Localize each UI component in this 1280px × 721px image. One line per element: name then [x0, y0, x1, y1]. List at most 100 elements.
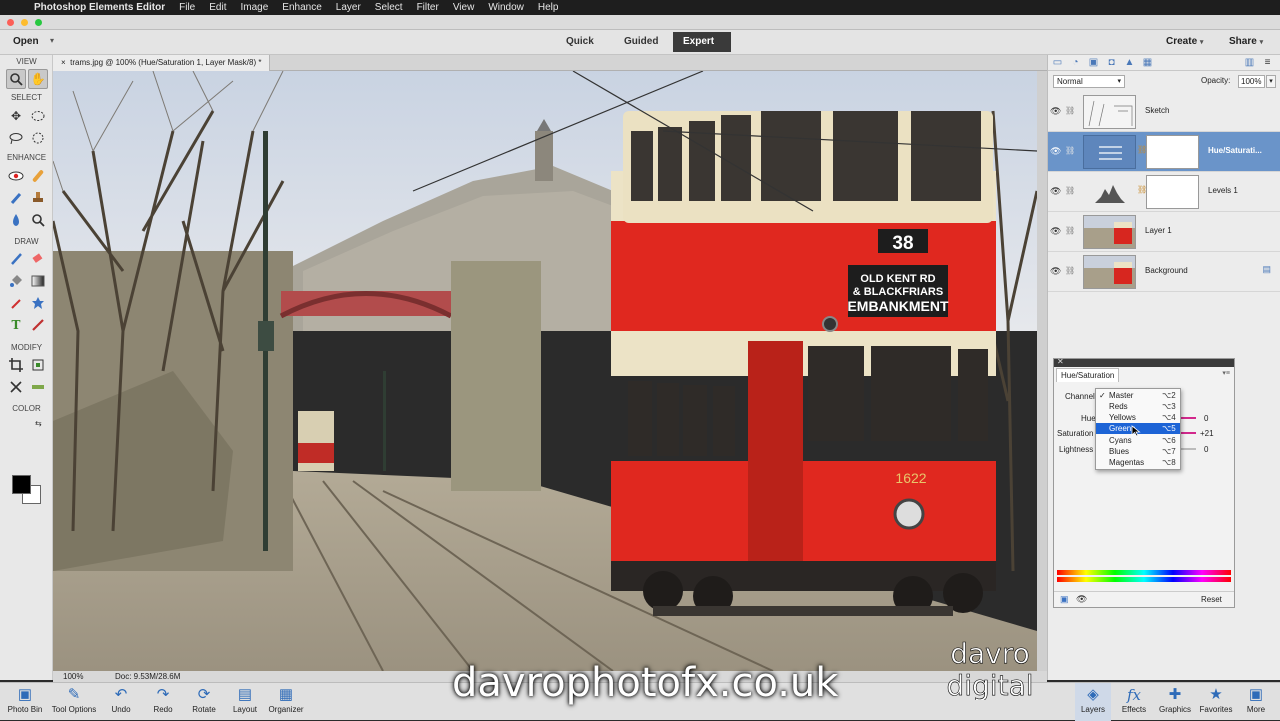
hand-tool-icon[interactable]: ✋	[28, 69, 48, 89]
swap-colors-icon[interactable]: ⇆	[35, 419, 42, 428]
app-name-menu[interactable]: Photoshop Elements Editor	[34, 2, 165, 13]
layer-name[interactable]: Layer 1	[1145, 226, 1172, 235]
crop-tool-icon[interactable]	[6, 355, 26, 375]
eyedropper-icon[interactable]	[6, 293, 26, 313]
layer-name[interactable]: Levels 1	[1208, 186, 1238, 195]
hue-slider[interactable]	[1180, 417, 1196, 419]
channel-option-yellows[interactable]: Yellows ⌥4	[1096, 412, 1180, 423]
saturation-slider[interactable]	[1180, 432, 1196, 434]
straighten-tool-icon[interactable]	[28, 377, 48, 397]
image-canvas[interactable]: 38 OLD KENT RD & BLACKFRIARS EMBANKMENT …	[53, 71, 1037, 671]
layer-row-background[interactable]: 👁 ⛓ Background ▤	[1048, 252, 1280, 292]
paint-bucket-icon[interactable]	[6, 271, 26, 291]
mode-guided-tab[interactable]: Guided	[614, 32, 668, 52]
zoom-tool-icon[interactable]	[6, 69, 26, 89]
layer-link-icon[interactable]: ⛓	[1065, 266, 1075, 275]
layer-row-hue-saturation[interactable]: 👁 ⛓ ⛓ Hue/Saturati...	[1048, 132, 1280, 172]
open-dropdown-icon[interactable]: ▾	[50, 36, 54, 45]
clip-to-layer-icon[interactable]: ▣	[1060, 594, 1069, 605]
shape-tool-icon[interactable]	[28, 293, 48, 313]
opacity-dropdown-icon[interactable]: ▾	[1266, 75, 1276, 88]
move-tool-icon[interactable]: ✥	[6, 106, 26, 126]
layer-mask-thumbnail[interactable]	[1146, 135, 1199, 169]
lightness-slider[interactable]	[1180, 448, 1196, 450]
visibility-eye-icon[interactable]: 👁	[1050, 226, 1061, 237]
layer-link-icon[interactable]: ⛓	[1065, 146, 1075, 155]
menu-help[interactable]: Help	[538, 2, 559, 13]
layer-link-icon[interactable]: ⛓	[1065, 226, 1075, 235]
document-tab[interactable]: × trams.jpg @ 100% (Hue/Saturation 1, La…	[53, 55, 271, 71]
menu-image[interactable]: Image	[240, 2, 268, 13]
channel-option-blues[interactable]: Blues ⌥7	[1096, 446, 1180, 457]
layer-row-sketch[interactable]: 👁 ⛓ Sketch	[1048, 92, 1280, 132]
tool-options-button[interactable]: ✎ Tool Options	[48, 683, 100, 721]
delete-layer-icon[interactable]: ▥	[1244, 57, 1255, 68]
recompose-tool-icon[interactable]	[28, 355, 48, 375]
menu-layer[interactable]: Layer	[336, 2, 361, 13]
menu-file[interactable]: File	[179, 2, 195, 13]
rotate-button[interactable]: ⟳ Rotate	[186, 683, 222, 721]
menu-enhance[interactable]: Enhance	[282, 2, 321, 13]
blend-mode-select[interactable]: Normal ▾	[1053, 75, 1125, 88]
layer-link-icon[interactable]: ⛓	[1065, 106, 1075, 115]
open-button[interactable]: Open	[13, 36, 39, 47]
menu-filter[interactable]: Filter	[417, 2, 439, 13]
foreground-color-swatch[interactable]	[12, 475, 31, 494]
blur-tool-icon[interactable]	[6, 210, 26, 230]
panel-header[interactable]: ✕	[1054, 357, 1234, 367]
create-button[interactable]: Create ▾	[1166, 36, 1203, 47]
menu-window[interactable]: Window	[488, 2, 524, 13]
layer-mask-thumbnail[interactable]	[1146, 175, 1199, 209]
mode-expert-tab[interactable]: Expert	[673, 32, 731, 52]
content-aware-move-icon[interactable]	[6, 377, 26, 397]
toggle-visibility-eye-icon[interactable]: 👁	[1076, 594, 1087, 605]
photo-bin-button[interactable]: ▣ Photo Bin	[4, 683, 46, 721]
add-mask-icon[interactable]: ◘	[1106, 57, 1117, 68]
brush-tool-icon[interactable]	[6, 249, 26, 269]
layer-link-icon[interactable]: ⛓	[1065, 186, 1075, 195]
layout-button[interactable]: ▤ Layout	[228, 683, 262, 721]
effects-button[interactable]: fx Effects	[1115, 683, 1153, 721]
new-group-icon[interactable]: ▣	[1088, 57, 1099, 68]
close-panel-icon[interactable]: ✕	[1057, 357, 1064, 366]
lightness-value[interactable]: 0	[1204, 445, 1208, 454]
canvas-vertical-scrollbar[interactable]	[1037, 71, 1047, 671]
sponge-tool-icon[interactable]	[28, 210, 48, 230]
panel-options-icon[interactable]: ▾≡	[1222, 369, 1230, 377]
channel-option-master[interactable]: ✓ Master ⌥2	[1096, 390, 1180, 401]
gradient-tool-icon[interactable]	[28, 271, 48, 291]
pencil-tool-icon[interactable]	[28, 315, 48, 335]
lock-all-icon[interactable]: ▲	[1124, 57, 1135, 68]
marquee-tool-icon[interactable]	[28, 106, 48, 126]
lock-transparency-icon[interactable]: ▦	[1142, 57, 1153, 68]
close-tab-icon[interactable]: ×	[61, 58, 66, 67]
new-fill-layer-icon[interactable]: ◔	[1070, 57, 1081, 68]
close-window-button[interactable]	[7, 19, 14, 26]
opacity-input[interactable]: 100%	[1238, 75, 1265, 88]
mode-quick-tab[interactable]: Quick	[556, 32, 604, 52]
layers-button[interactable]: ◈ Layers	[1075, 683, 1111, 721]
visibility-eye-icon[interactable]: 👁	[1050, 186, 1061, 197]
menu-view[interactable]: View	[453, 2, 475, 13]
lasso-tool-icon[interactable]	[6, 128, 26, 148]
visibility-eye-icon[interactable]: 👁	[1050, 106, 1061, 117]
menu-edit[interactable]: Edit	[209, 2, 226, 13]
zoom-window-button[interactable]	[35, 19, 42, 26]
organizer-button[interactable]: ▦ Organizer	[265, 683, 307, 721]
saturation-value[interactable]: +21	[1200, 429, 1214, 438]
hue-saturation-tab[interactable]: Hue/Saturation	[1056, 368, 1120, 382]
channel-option-reds[interactable]: Reds ⌥3	[1096, 401, 1180, 412]
minimize-window-button[interactable]	[21, 19, 28, 26]
layer-name[interactable]: Hue/Saturati...	[1208, 146, 1262, 155]
red-eye-tool-icon[interactable]	[6, 166, 26, 186]
quick-selection-tool-icon[interactable]	[28, 128, 48, 148]
hue-value[interactable]: 0	[1204, 414, 1208, 423]
visibility-eye-icon[interactable]: 👁	[1050, 146, 1061, 157]
spot-healing-brush-icon[interactable]	[28, 166, 48, 186]
type-tool-icon[interactable]: T	[6, 315, 26, 335]
panel-menu-icon[interactable]: ≡	[1262, 57, 1273, 68]
layer-name[interactable]: Background	[1145, 266, 1188, 275]
eraser-tool-icon[interactable]	[28, 249, 48, 269]
more-button[interactable]: ▣ More	[1240, 683, 1272, 721]
graphics-button[interactable]: ✚ Graphics	[1155, 683, 1195, 721]
